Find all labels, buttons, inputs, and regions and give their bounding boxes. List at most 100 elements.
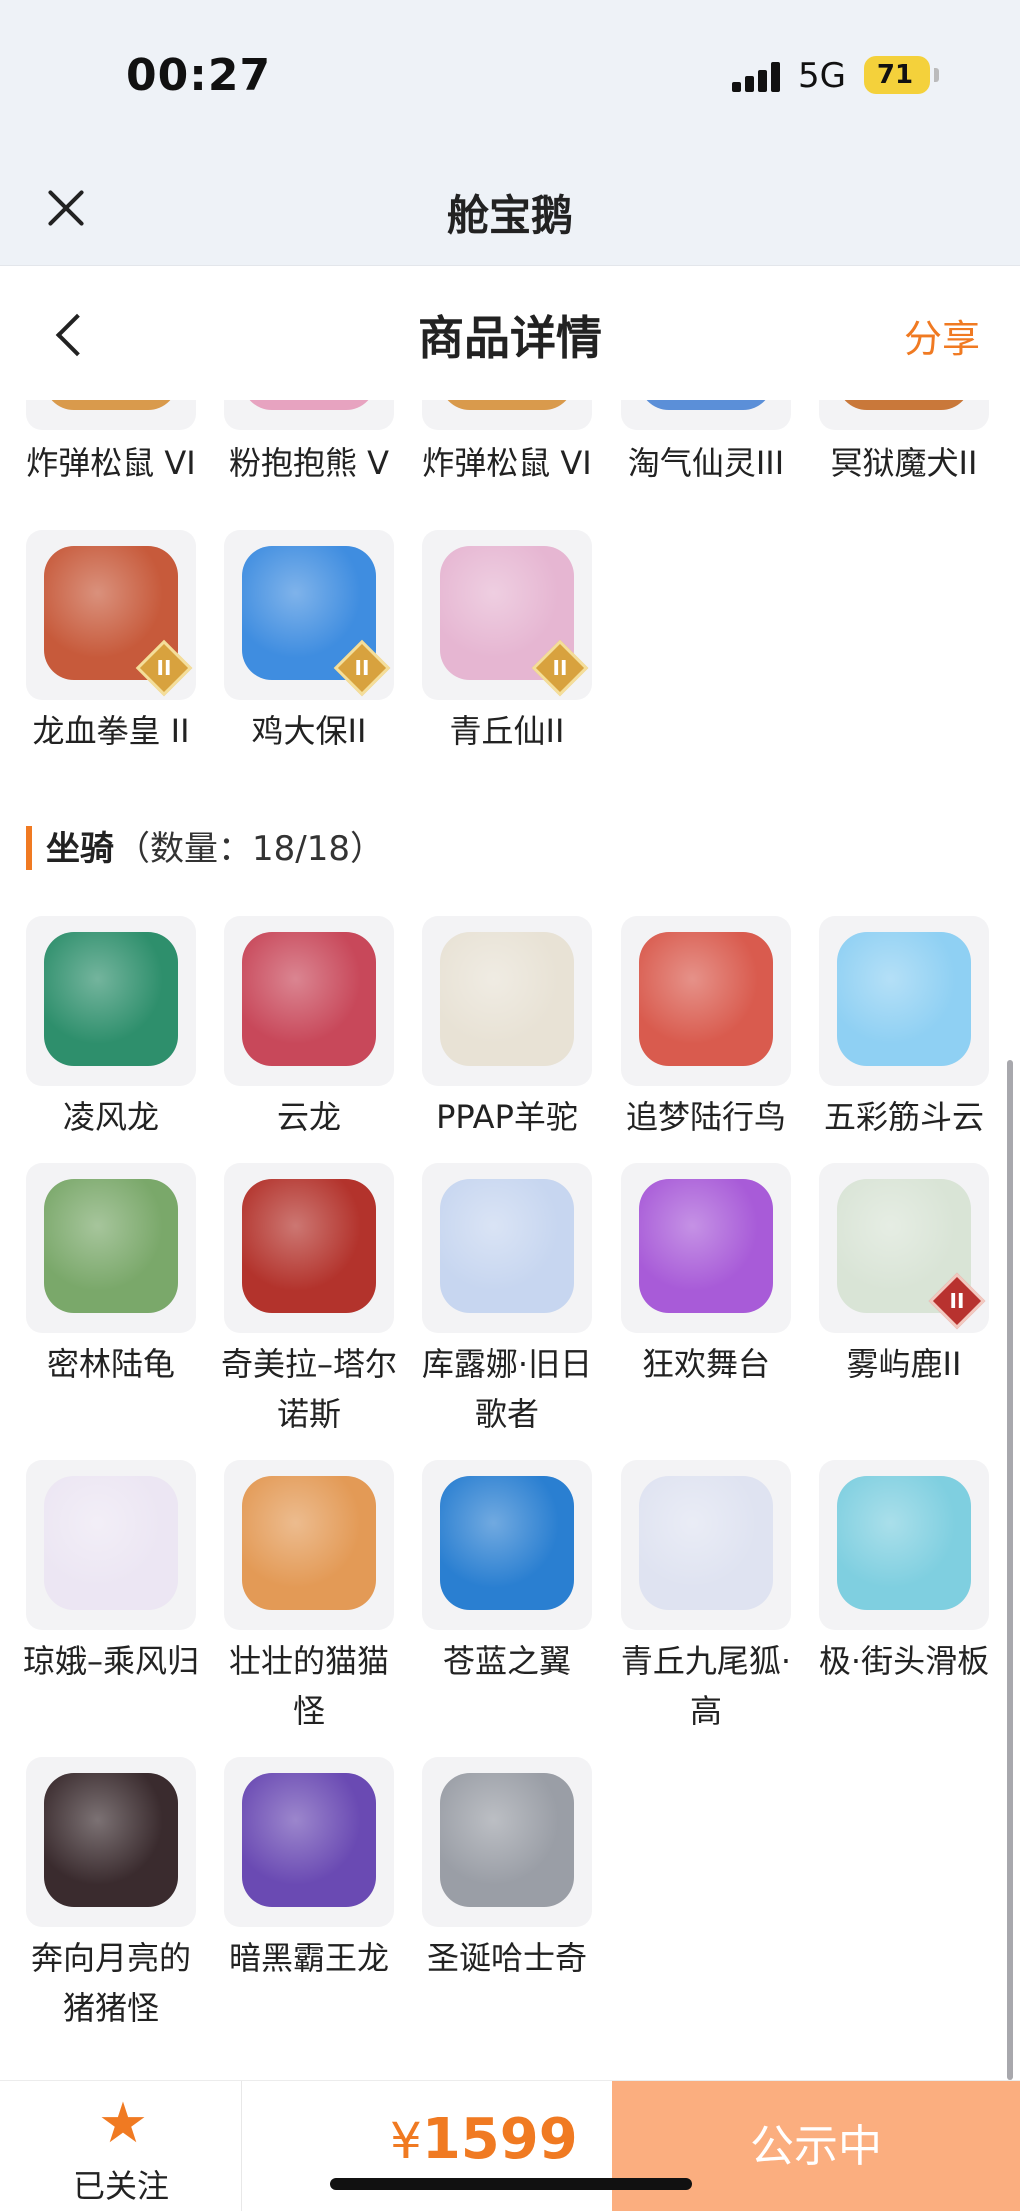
- tier-badge-label: II: [354, 656, 370, 680]
- item-name: 粉抱抱熊 V: [228, 444, 390, 482]
- item-thumbnail: [26, 1163, 196, 1333]
- battery-tip: [934, 68, 939, 82]
- item-name: 追梦陆行鸟: [625, 1098, 786, 1136]
- item-thumbnail: [819, 1460, 989, 1630]
- item-thumbnail: [26, 916, 196, 1086]
- signal-icon: [732, 60, 784, 92]
- item-name: 圣诞哈士奇: [426, 1939, 587, 1977]
- item-thumbnail: [819, 400, 989, 430]
- item-name: 炸弹松鼠 VI: [422, 444, 592, 482]
- item-image: [639, 400, 773, 410]
- mounts-title: 坐骑: [46, 829, 114, 869]
- status-button[interactable]: 公示中: [612, 2081, 1020, 2211]
- battery-icon: 71: [864, 56, 930, 94]
- star-icon: ★: [97, 2091, 149, 2156]
- item-thumbnail: II: [819, 1163, 989, 1333]
- item-thumbnail: [621, 916, 791, 1086]
- item-thumbnail: [621, 1460, 791, 1630]
- item-image: [44, 1476, 178, 1610]
- item-thumbnail: II: [422, 530, 592, 700]
- item-name: 龙血拳皇 II: [32, 712, 190, 750]
- item-name: 五彩筋斗云: [823, 1098, 984, 1136]
- status-time: 00:27: [126, 50, 272, 101]
- tier-badge-label: II: [552, 656, 568, 680]
- item-thumbnail: [422, 1757, 592, 1927]
- item-thumbnail: [26, 400, 196, 430]
- item-thumbnail: [621, 400, 791, 430]
- item-image: [242, 1476, 376, 1610]
- product-content[interactable]: 炸弹松鼠 VI 粉抱抱熊 V 炸弹松鼠 VI 淘气仙灵III 冥狱魔犬II II 龙血拳皇…: [0, 400, 1020, 2080]
- item-thumbnail: [26, 1757, 196, 1927]
- item-name: 暗黑霸王龙: [228, 1939, 389, 1977]
- item-image: [44, 932, 178, 1066]
- item-name: 云龙: [276, 1098, 341, 1136]
- item-name: 狂欢舞台: [641, 1345, 770, 1383]
- item-thumbnail: II: [224, 530, 394, 700]
- item-thumbnail: [422, 916, 592, 1086]
- item-name: 极·街头滑板: [818, 1642, 990, 1680]
- item-image: [440, 1476, 574, 1610]
- item-name: 青丘九尾狐·高: [620, 1642, 792, 1730]
- item-name: 雾屿鹿II: [846, 1345, 962, 1383]
- item-image: [440, 1773, 574, 1907]
- app-title: 舱宝鹅: [446, 191, 573, 240]
- item-name: PPAP羊驼: [436, 1098, 578, 1136]
- item-name: 壮壮的猫猫怪: [228, 1642, 389, 1730]
- item-image: [639, 1476, 773, 1610]
- item-thumbnail: [224, 400, 394, 430]
- home-indicator: [330, 2178, 692, 2190]
- price-value: 1599: [421, 2107, 578, 2172]
- follow-label: 已关注: [72, 2167, 169, 2205]
- item-name: 冥狱魔犬II: [830, 444, 978, 482]
- item-name: 苍蓝之翼: [442, 1642, 571, 1680]
- item-name: 密林陆龟: [46, 1345, 175, 1383]
- item-image: [639, 1179, 773, 1313]
- currency-symbol: ¥: [390, 2112, 422, 2170]
- price: ¥1599: [390, 2107, 578, 2172]
- item-name: 奇美拉–塔尔诺斯: [220, 1345, 397, 1433]
- item-thumbnail: [819, 916, 989, 1086]
- tier-badge-label: II: [156, 656, 172, 680]
- item-name: 凌风龙: [62, 1098, 159, 1136]
- item-image: [837, 400, 971, 410]
- item-image: [242, 1773, 376, 1907]
- item-image: [837, 932, 971, 1066]
- status-bar: 00:27 5G 71: [0, 0, 1020, 150]
- item-image: [440, 1179, 574, 1313]
- item-image: [44, 1773, 178, 1907]
- tier-badge-label: II: [949, 1289, 965, 1313]
- network-type: 5G: [798, 56, 846, 96]
- item-image: [242, 932, 376, 1066]
- item-name: 青丘仙II: [449, 712, 565, 750]
- item-thumbnail: [224, 1460, 394, 1630]
- item-thumbnail: II: [26, 530, 196, 700]
- bottom-bar: ★ 已关注 ¥1599 公示中: [0, 2080, 1020, 2211]
- item-name: 琼娥–乘风归: [22, 1642, 199, 1680]
- section-accent-bar: [26, 826, 32, 870]
- item-thumbnail: [422, 400, 592, 430]
- item-name: 库露娜·旧日歌者: [421, 1345, 593, 1433]
- follow-button[interactable]: ★ 已关注: [0, 2081, 242, 2211]
- battery-level: 71: [876, 60, 914, 90]
- item-thumbnail: [224, 1163, 394, 1333]
- item-image: [242, 400, 376, 410]
- item-image: [242, 1179, 376, 1313]
- item-name: 淘气仙灵III: [627, 444, 785, 482]
- item-image: [837, 1476, 971, 1610]
- scrollbar[interactable]: [1007, 1060, 1013, 2080]
- item-thumbnail: [224, 1757, 394, 1927]
- item-image: [44, 400, 178, 410]
- item-name: 炸弹松鼠 VI: [26, 444, 196, 482]
- share-button[interactable]: 分享: [904, 308, 980, 363]
- item-thumbnail: [621, 1163, 791, 1333]
- mounts-count: （数量：18/18）: [116, 829, 384, 869]
- item-name: 鸡大保II: [251, 712, 367, 750]
- item-thumbnail: [224, 916, 394, 1086]
- page-title: 商品详情: [418, 311, 602, 365]
- nav-bar: 商品详情 分享: [0, 266, 1020, 400]
- item-thumbnail: [26, 1460, 196, 1630]
- app-bar: 舱宝鹅: [0, 150, 1020, 266]
- item-image: [440, 932, 574, 1066]
- item-thumbnail: [422, 1163, 592, 1333]
- item-image: [440, 400, 574, 410]
